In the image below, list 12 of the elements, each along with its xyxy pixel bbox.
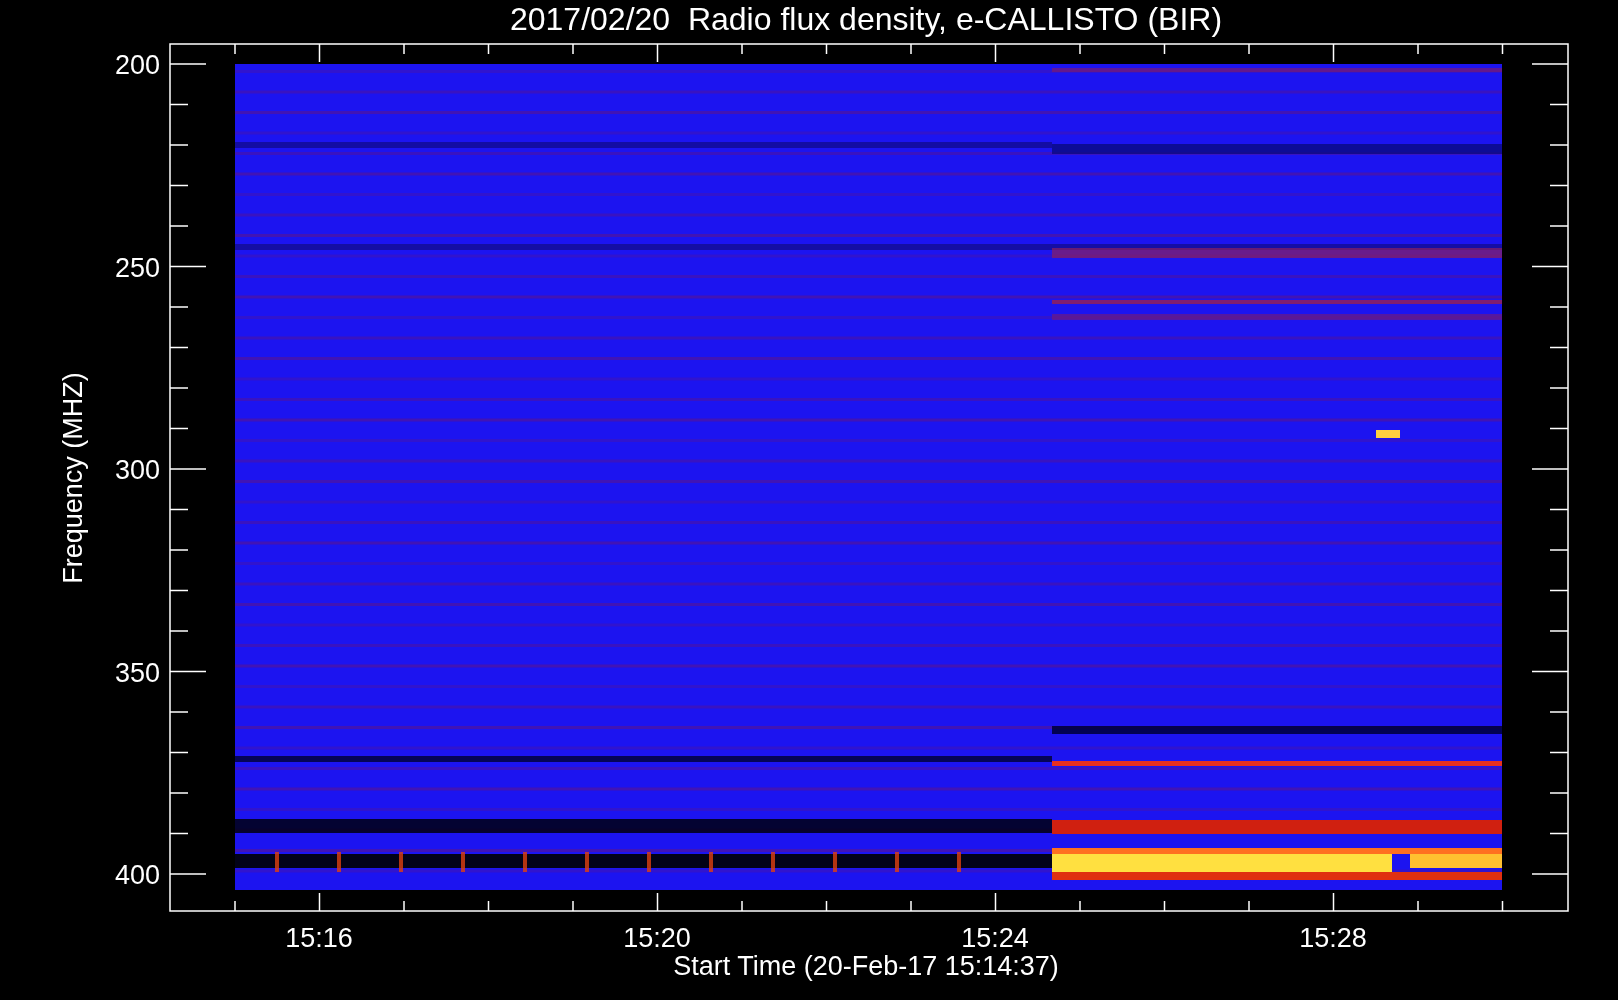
y-tick-label: 400: [114, 860, 160, 890]
x-tick-label: 15:28: [1299, 923, 1367, 953]
x-axis-label: Start Time (20-Feb-17 15:14:37): [673, 951, 1059, 981]
y-axis-label: Frequency (MHZ): [58, 372, 88, 584]
x-tick-label: 15:24: [961, 923, 1029, 953]
x-tick-label: 15:20: [623, 923, 691, 953]
y-tick-label: 350: [114, 657, 160, 688]
y-tick-label: 200: [114, 50, 160, 80]
chart-title: 2017/02/20 Radio flux density, e-CALLISTO (BIR): [509, 1, 1223, 37]
y-tick-label: 300: [114, 455, 160, 485]
x-tick-label: 15:16: [285, 923, 353, 953]
y-tick-label: 250: [114, 252, 160, 283]
